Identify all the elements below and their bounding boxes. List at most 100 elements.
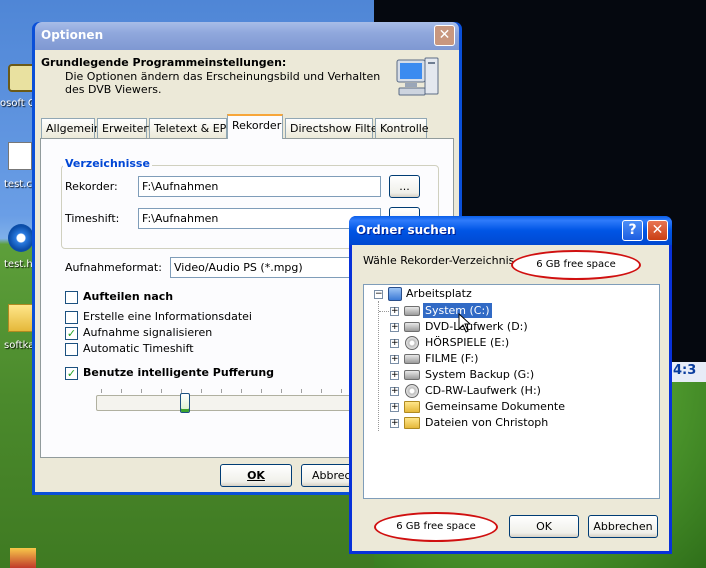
folder-dialog: Ordner suchen ? ✕ Wähle Rekorder-Verzeic… xyxy=(349,216,672,554)
help-button[interactable]: ? xyxy=(622,220,643,241)
options-title: Optionen xyxy=(41,28,104,42)
tab-kontrolle[interactable]: Kontrolle xyxy=(375,118,429,138)
free-space-annotation-top: 6 GB free space xyxy=(511,250,641,280)
folder-dialog-close-button[interactable]: ✕ xyxy=(647,220,668,241)
expand-toggle[interactable]: + xyxy=(390,403,399,412)
options-titlebar[interactable]: Optionen ✕ xyxy=(35,22,459,50)
signalisieren-label: Aufnahme signalisieren xyxy=(83,326,213,339)
expand-toggle[interactable]: + xyxy=(390,387,399,396)
recorder-label: Rekorder: xyxy=(65,180,118,193)
folder-tree[interactable]: − Arbeitsplatz + System (C:) + DVD-Laufw… xyxy=(363,284,660,499)
automatic-timeshift-checkbox[interactable] xyxy=(65,343,78,356)
desktop-label-4: softka xyxy=(4,340,35,351)
expand-toggle[interactable]: + xyxy=(390,339,399,348)
slider-tick xyxy=(241,389,242,393)
buffer-slider-track[interactable] xyxy=(96,395,356,411)
tree-root-label[interactable]: Arbeitsplatz xyxy=(404,286,474,302)
folder-cancel-button[interactable]: Abbrechen xyxy=(588,515,658,538)
format-select[interactable]: Video/Audio PS (*.mpg) xyxy=(170,257,370,278)
tree-item-label: Gemeinsame Dokumente xyxy=(425,400,565,413)
signalisieren-checkbox[interactable]: ✓ xyxy=(65,327,78,340)
tab-allgemein[interactable]: Allgemein xyxy=(41,118,101,138)
recorder-browse-button[interactable]: ... xyxy=(389,175,420,198)
aufteilen-checkbox[interactable] xyxy=(65,291,78,304)
tree-item-label: CD-RW-Laufwerk (H:) xyxy=(425,384,541,397)
folder-icon xyxy=(404,417,420,429)
folder-ok-button[interactable]: OK xyxy=(509,515,579,538)
tree-item-label: Dateien von Christoph xyxy=(425,416,549,429)
timeshift-label: Timeshift: xyxy=(65,212,120,225)
folder-icon xyxy=(404,401,420,413)
slider-tick xyxy=(101,389,102,393)
tree-item-label: FILME (F:) xyxy=(425,352,479,365)
aufteilen-label: Aufteilen nach xyxy=(83,290,174,303)
taskbar-app-icon[interactable] xyxy=(10,548,36,568)
desktop-label-2: test.c xyxy=(4,179,32,190)
computer-icon xyxy=(395,56,441,96)
pufferung-label: Benutze intelligente Pufferung xyxy=(83,366,275,379)
header-title: Grundlegende Programmeinstellungen: xyxy=(41,56,287,69)
header-description: Die Optionen ändern das Erscheinungsbild… xyxy=(65,70,381,96)
tab-teletext-epg[interactable]: Teletext & EPG xyxy=(149,118,235,138)
hard-drive-icon xyxy=(404,370,420,380)
slider-tick xyxy=(161,389,162,393)
tree-item-filme-f[interactable]: + FILME (F:) xyxy=(364,351,654,367)
automatic-timeshift-label: Automatic Timeshift xyxy=(83,342,194,355)
slider-tick xyxy=(141,389,142,393)
tree-item-gemeinsame-dokumente[interactable]: + Gemeinsame Dokumente xyxy=(364,399,654,415)
internet-explorer-icon[interactable] xyxy=(8,224,34,252)
my-computer-icon xyxy=(388,287,402,301)
tree-item-hoerspiele-e[interactable]: + HÖRSPIELE (E:) xyxy=(364,335,654,351)
options-ok-button[interactable]: OK xyxy=(220,464,292,487)
informationsdatei-label: Erstelle eine Informationsdatei xyxy=(83,310,252,323)
folder-dialog-client: Wähle Rekorder-Verzeichnis 6 GB free spa… xyxy=(352,245,669,551)
slider-tick xyxy=(281,389,282,393)
hard-drive-icon xyxy=(404,322,420,332)
desktop-label-1: osoft C xyxy=(0,98,35,109)
tree-item-system-c[interactable]: + System (C:) xyxy=(364,302,654,319)
folder-dialog-titlebar[interactable]: Ordner suchen ? ✕ xyxy=(349,216,672,245)
expand-toggle[interactable]: + xyxy=(390,419,399,428)
pufferung-checkbox[interactable]: ✓ xyxy=(65,367,78,380)
tab-directshow-filter[interactable]: Directshow Filter xyxy=(285,118,382,138)
informationsdatei-checkbox[interactable] xyxy=(65,311,78,324)
folder-prompt: Wähle Rekorder-Verzeichnis xyxy=(363,254,515,267)
tree-item-cdrw-h[interactable]: + CD-RW-Laufwerk (H:) xyxy=(364,383,654,399)
free-space-annotation-bottom: 6 GB free space xyxy=(374,512,498,542)
desktop-label-3: test.h xyxy=(4,259,33,270)
mouse-cursor-icon xyxy=(458,312,472,336)
slider-tick xyxy=(201,389,202,393)
slider-tick xyxy=(321,389,322,393)
slider-tick xyxy=(261,389,262,393)
tree-item-label: DVD-Laufwerk (D:) xyxy=(425,320,528,333)
recorder-path-field[interactable]: F:\Aufnahmen xyxy=(138,176,381,197)
tree-item-label: HÖRSPIELE (E:) xyxy=(425,336,510,349)
hard-drive-icon xyxy=(404,306,420,316)
collapse-toggle[interactable]: − xyxy=(374,290,383,299)
expand-toggle[interactable]: + xyxy=(390,307,399,316)
format-label: Aufnahmeformat: xyxy=(65,261,162,274)
buffer-slider-thumb[interactable] xyxy=(180,393,190,413)
timeshift-path-field[interactable]: F:\Aufnahmen xyxy=(138,208,381,229)
tree-item-system-backup-g[interactable]: + System Backup (G:) xyxy=(364,367,654,383)
folder-dialog-title: Ordner suchen xyxy=(356,223,456,237)
tree-item-dvd-d[interactable]: + DVD-Laufwerk (D:) xyxy=(364,319,654,335)
cd-drive-icon xyxy=(405,336,419,350)
tree-item-label: System Backup (G:) xyxy=(425,368,535,381)
aspect-ratio-fragment: 4:3 xyxy=(670,362,706,382)
expand-toggle[interactable]: + xyxy=(390,323,399,332)
slider-tick xyxy=(301,389,302,393)
tab-erweitert[interactable]: Erweitert xyxy=(97,118,152,138)
slider-tick xyxy=(221,389,222,393)
test-document-icon[interactable] xyxy=(8,142,32,170)
verzeichnisse-group-title: Verzeichnisse xyxy=(63,157,152,170)
cd-drive-icon xyxy=(405,384,419,398)
slider-tick xyxy=(341,389,342,393)
hard-drive-icon xyxy=(404,354,420,364)
tree-item-dateien-christoph[interactable]: + Dateien von Christoph xyxy=(364,415,654,431)
expand-toggle[interactable]: + xyxy=(390,355,399,364)
expand-toggle[interactable]: + xyxy=(390,371,399,380)
options-close-button[interactable]: ✕ xyxy=(434,25,455,46)
tab-rekorder[interactable]: Rekorder xyxy=(227,114,283,139)
slider-tick xyxy=(121,389,122,393)
